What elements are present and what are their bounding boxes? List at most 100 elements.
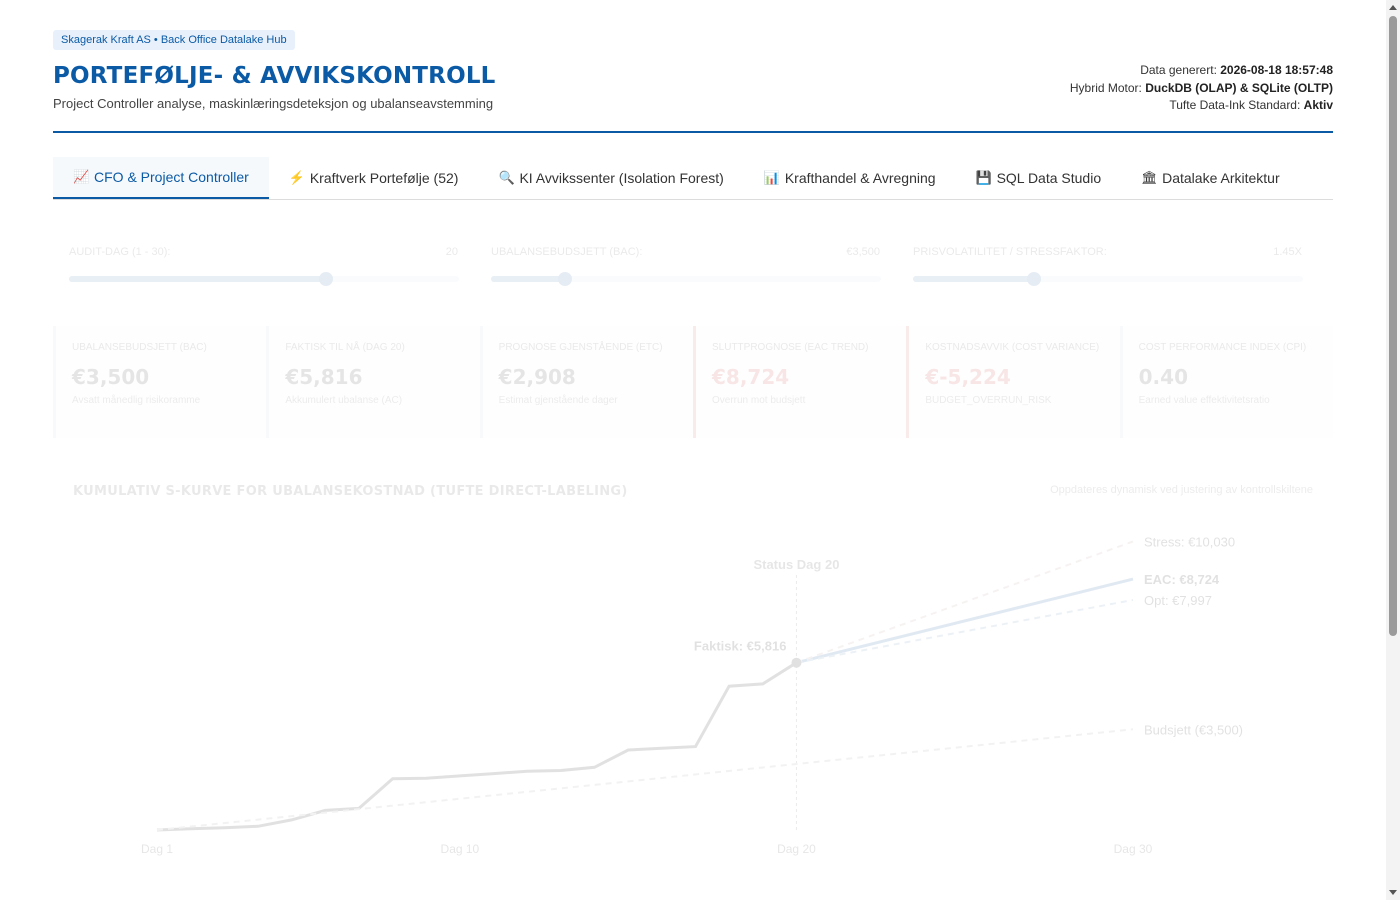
kpi-label: KOSTNADSAVVIK (COST VARIANCE) [925, 341, 1100, 353]
series-line-eac [796, 577, 1134, 665]
x-tick-label: Dag 10 [441, 842, 480, 856]
meta-generated-value: 2026-08-18 18:57:48 [1220, 63, 1333, 77]
tab-datalake-arkitektur[interactable]: 🏛 Datalake Arkitektur [1121, 157, 1300, 199]
kpi-card-etc: PROGNOSE GJENSTÅENDE (ETC) €2,908 Estima… [479, 325, 693, 438]
series-label-eac: EAC: €8,724 [1144, 572, 1220, 587]
loading-content: AUDIT-DAG (1 - 30): 20 UBALANSEBUDSJETT (… [53, 246, 1333, 499]
title-block: PORTEFØLJE- & AVVIKSKONTROLL Project Con… [53, 59, 496, 111]
kpi-sub: Akkumulert ubalanse (AC) [285, 394, 403, 406]
slider-value: 1.45X [1273, 245, 1302, 258]
page-title: PORTEFØLJE- & AVVIKSKONTROLL [53, 63, 496, 89]
kpi-value: €8,724 [711, 364, 790, 389]
meta-standard-value: Aktiv [1303, 98, 1333, 112]
header-meta: Data generert: 2026-08-18 18:57:48 Hybri… [1070, 62, 1333, 115]
series-label-budsjett: Budsjett (€3,500) [1144, 722, 1243, 737]
tab-label: Kraftverk Portefølje (52) [309, 169, 459, 186]
kpi-sub: BUDGET_OVERRUN_RISK [925, 394, 1052, 406]
kpi-label: FAKTISK TIL NÅ (DAG 20) [285, 341, 405, 353]
kpi-label: SLUTTPROGNOSE (EAC TREND) [711, 341, 869, 353]
meta-generated: Data generert: 2026-08-18 18:57:48 [1070, 62, 1333, 80]
kpi-sub: Earned value effektivitetsratio [1138, 394, 1270, 406]
tab-krafthandel-avregning[interactable]: 📊 Krafthandel & Avregning [744, 157, 956, 199]
scroll-down-icon[interactable] [1389, 890, 1397, 895]
slider-fill [491, 275, 566, 282]
kpi-sub: Overrun mot budsjett [711, 394, 806, 406]
page-subtitle: Project Controller analyse, maskinlæring… [53, 96, 494, 111]
kpi-label: UBALANSEBUDSJETT (BAC) [72, 341, 207, 353]
kpi-card-cpi: COST PERFORMANCE INDEX (CPI) 0.40 Earned… [1119, 325, 1333, 438]
kpi-value: €2,908 [498, 364, 576, 389]
search-icon: 🔍 [498, 169, 515, 185]
x-tick-label: Dag 30 [1114, 842, 1153, 856]
chart-title: KUMULATIV S-KURVE FOR UBALANSEKOSTNAD (T… [73, 483, 628, 499]
status-day-label: Status Dag 20 [753, 557, 839, 572]
tab-kraftverk-portefolje[interactable]: ⚡ Kraftverk Portefølje (52) [269, 157, 479, 199]
slider-thumb[interactable] [319, 271, 334, 286]
series-line-stress [796, 540, 1134, 664]
x-tick-label: Dag 1 [141, 842, 173, 856]
tab-label: Krafthandel & Avregning [784, 169, 936, 186]
brand-badge: Skagerak Kraft AS • Back Office Datalake… [53, 30, 295, 50]
chart-plot-area: Status Dag 20 Faktisk: €5,816 EAC: €8,724 S… [141, 535, 1243, 856]
scroll-up-icon[interactable] [1389, 5, 1397, 10]
slider-track[interactable] [69, 271, 459, 286]
tab-sql-data-studio[interactable]: 💾 SQL Data Studio [956, 157, 1122, 199]
series-line-budsjett [156, 728, 1134, 831]
tab-label: SQL Data Studio [996, 169, 1102, 186]
meta-standard: Tufte Data-Ink Standard: Aktiv [1070, 97, 1333, 115]
meta-standard-label: Tufte Data-Ink Standard: [1169, 98, 1304, 112]
scrollbar-thumb[interactable] [1389, 16, 1397, 636]
series-label-stress: Stress: €10,030 [1144, 535, 1235, 550]
kpi-sub: Estimat gjenstående dager [498, 394, 618, 406]
series-label-faktisk: Faktisk: €5,816 [694, 639, 787, 654]
slider-track[interactable] [913, 271, 1303, 286]
lightning-icon: ⚡ [288, 169, 306, 185]
kpi-value: €3,500 [72, 364, 150, 389]
tab-cfo-project-controller[interactable]: 📈 CFO & Project Controller [53, 156, 269, 199]
slider-track[interactable] [491, 271, 881, 286]
status-point [791, 657, 802, 668]
slider-value: 20 [445, 245, 458, 258]
floppy-disk-icon: 💾 [975, 169, 992, 185]
kpi-sub: Avsatt månedlig risikoramme [72, 394, 201, 406]
meta-generated-label: Data generert: [1140, 63, 1221, 77]
kpi-label: PROGNOSE GJENSTÅENDE (ETC) [498, 341, 663, 353]
tab-label: CFO & Project Controller [94, 168, 249, 185]
chart-header: KUMULATIV S-KURVE FOR UBALANSEKOSTNAD (T… [53, 484, 1333, 499]
slider-fill [913, 275, 1034, 282]
slider-audit-day[interactable]: AUDIT-DAG (1 - 30): 20 [53, 245, 459, 286]
kpi-value: 0.40 [1138, 364, 1188, 389]
chart-note: Oppdateres dynamisk ved justering av kon… [1050, 483, 1313, 496]
tab-bar: 📈 CFO & Project Controller ⚡ Kraftverk P… [53, 156, 1333, 200]
kpi-label: COST PERFORMANCE INDEX (CPI) [1138, 341, 1307, 353]
slider-label: UBALANSEBUDSJETT (BAC): [491, 245, 643, 258]
kpi-card-bac: UBALANSEBUDSJETT (BAC) €3,500 Avsatt mån… [53, 325, 267, 438]
slider-imbalance-budget[interactable]: UBALANSEBUDSJETT (BAC): €3,500 [475, 245, 881, 286]
page: Skagerak Kraft AS • Back Office Datalake… [53, 28, 1333, 499]
meta-engine-label: Hybrid Motor: [1069, 80, 1146, 95]
vertical-scrollbar[interactable] [1386, 0, 1400, 900]
x-tick-label: Dag 20 [777, 842, 816, 856]
chart-icon: 📈 [73, 168, 90, 184]
building-icon: 🏛 [1141, 169, 1158, 185]
kpi-value: €5,816 [285, 364, 363, 389]
slider-price-volatility[interactable]: PRISVOLATILITET / STRESSFAKTOR: 1.45X [897, 245, 1303, 286]
control-sliders: AUDIT-DAG (1 - 30): 20 UBALANSEBUDSJETT (… [53, 245, 1333, 286]
slider-fill [69, 275, 327, 282]
slider-label: AUDIT-DAG (1 - 30): [69, 245, 171, 258]
series-line-faktisk [156, 661, 798, 832]
slider-value: €3,500 [846, 245, 880, 258]
kpi-card-eac: SLUTTPROGNOSE (EAC TREND) €8,724 Overrun… [692, 325, 907, 438]
page-header: PORTEFØLJE- & AVVIKSKONTROLL Project Con… [53, 59, 1333, 133]
kpi-card-cost-variance: KOSTNADSAVVIK (COST VARIANCE) €-5,224 BU… [906, 325, 1120, 438]
tab-ki-avvikssenter[interactable]: 🔍 KI Avvikssenter (Isolation Forest) [478, 157, 743, 199]
kpi-cards: UBALANSEBUDSJETT (BAC) €3,500 Avsatt mån… [53, 325, 1333, 438]
kpi-card-actual: FAKTISK TIL NÅ (DAG 20) €5,816 Akkumuler… [266, 325, 480, 438]
slider-thumb[interactable] [1026, 271, 1041, 286]
series-line-opt [796, 599, 1134, 664]
tab-label: KI Avvikssenter (Isolation Forest) [519, 169, 724, 186]
kpi-value: €-5,224 [925, 364, 1011, 389]
meta-engine: Hybrid Motor: DuckDB (OLAP) & SQLite (OL… [1070, 80, 1333, 98]
slider-thumb[interactable] [558, 271, 573, 286]
series-label-opt: Opt: €7,997 [1144, 593, 1212, 608]
